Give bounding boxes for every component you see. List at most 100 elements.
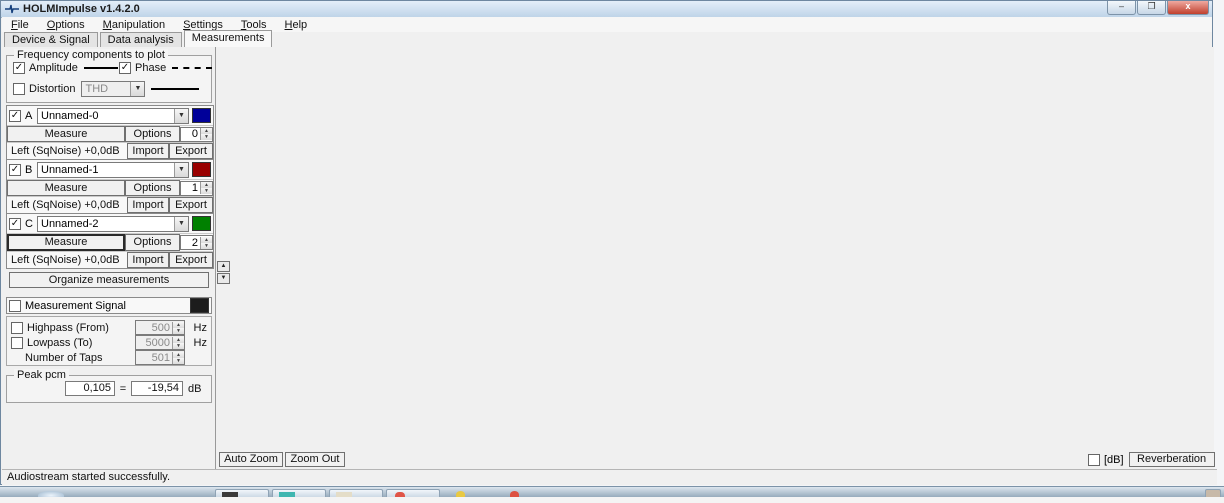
spin-up-icon[interactable]: ▲	[217, 261, 230, 272]
measurement-b-checkbox[interactable]	[9, 164, 21, 176]
menu-tools[interactable]: Tools	[232, 19, 276, 31]
measurement-c-options-button[interactable]: Options	[125, 234, 180, 251]
spin-down-icon[interactable]: ▼	[217, 273, 230, 284]
tab-data-analysis[interactable]: Data analysis	[100, 32, 182, 47]
tab-strip: Device & Signal Data analysis Measuremen…	[2, 32, 1212, 47]
measurement-a-export-button[interactable]: Export	[169, 143, 213, 159]
distortion-type-select[interactable]: THD ▼	[81, 81, 145, 97]
menu-manipulation[interactable]: Manipulation	[94, 19, 174, 31]
measurement-b-index-spinner[interactable]: 1 ▲▼	[180, 181, 213, 196]
taps-value: 501	[136, 352, 172, 364]
frequency-response-chart[interactable]	[216, 47, 1212, 295]
measurement-c-checkbox[interactable]	[9, 218, 21, 230]
measurement-b-import-button[interactable]: Import	[127, 197, 169, 213]
measurement-a-name-select[interactable]: Unnamed-0 ▼	[37, 108, 189, 124]
measurement-c-name: Unnamed-2	[38, 218, 174, 230]
menu-help[interactable]: Help	[276, 19, 317, 31]
measurement-signal-color-swatch[interactable]	[190, 298, 209, 313]
measurement-a-options-button[interactable]: Options	[125, 126, 180, 142]
measurement-a-gain-label: Left (SqNoise) +0,0dB	[7, 145, 127, 157]
measurement-a-checkbox[interactable]	[9, 110, 21, 122]
measurement-c-color-swatch[interactable]	[192, 216, 211, 231]
title-bar[interactable]: HOLMImpulse v1.4.2.0 – ❐ x	[1, 1, 1212, 18]
restore-button[interactable]: ❐	[1137, 1, 1166, 15]
measurement-b-name-select[interactable]: Unnamed-1 ▼	[37, 162, 189, 178]
measurement-c-export-button[interactable]: Export	[169, 252, 213, 268]
measurement-b-options-button[interactable]: Options	[125, 180, 180, 196]
lowpass-unit: Hz	[185, 337, 207, 349]
status-text: Audiostream started successfully.	[7, 471, 170, 483]
measurement-c-measure-button[interactable]: Measure	[7, 234, 125, 251]
amplitude-checkbox[interactable]	[13, 62, 25, 74]
measurement-c-block: C Unnamed-2 ▼ Measure Options 2 ▲▼ Left …	[6, 213, 214, 269]
measurement-c-name-select[interactable]: Unnamed-2 ▼	[37, 216, 189, 232]
freq-components-title: Frequency components to plot	[14, 49, 168, 61]
measurement-b-measure-button[interactable]: Measure	[7, 180, 125, 196]
spin-down-icon[interactable]: ▼	[201, 188, 212, 194]
measurement-a-index-spinner[interactable]: 0 ▲▼	[180, 127, 213, 142]
measurement-b-index: 1	[181, 182, 200, 194]
measurement-c-letter: C	[25, 218, 37, 230]
measurement-signal-checkbox[interactable]	[9, 300, 21, 312]
measurement-c-index: 2	[181, 237, 200, 249]
measurement-a-import-button[interactable]: Import	[127, 143, 169, 159]
distortion-checkbox[interactable]	[13, 83, 25, 95]
measurement-b-export-button[interactable]: Export	[169, 197, 213, 213]
spin-down-icon[interactable]: ▼	[173, 358, 184, 364]
spin-down-icon[interactable]: ▼	[201, 243, 212, 249]
highpass-checkbox[interactable]	[11, 322, 23, 334]
measurement-b-color-swatch[interactable]	[192, 162, 211, 177]
amplitude-line-sample	[84, 67, 118, 69]
charts-area: Auto Zoom Zoom Out [dB] Reverberation	[215, 47, 1214, 469]
phase-label: Phase	[135, 62, 166, 74]
menu-file[interactable]: File	[2, 19, 38, 31]
db-checkbox[interactable]	[1088, 454, 1100, 466]
taps-spinner[interactable]: 501 ▲▼	[135, 350, 185, 365]
db-label: [dB]	[1104, 454, 1124, 466]
spin-down-icon[interactable]: ▼	[173, 343, 184, 349]
measurement-a-color-swatch[interactable]	[192, 108, 211, 123]
app-icon	[5, 4, 19, 14]
peak-pcm-group: Peak pcm 0,105 = -19,54 dB	[6, 375, 212, 403]
peak-pcm-value: 0,105	[65, 381, 115, 396]
amplitude-scale-spinner: ▲ ▼	[217, 261, 230, 285]
spin-down-icon[interactable]: ▼	[173, 328, 184, 334]
distortion-label: Distortion	[29, 83, 75, 95]
measurement-b-name: Unnamed-1	[38, 164, 174, 176]
measurement-a-name: Unnamed-0	[38, 110, 174, 122]
distortion-type-value: THD	[82, 83, 130, 95]
measurement-signal-label: Measurement Signal	[25, 300, 190, 312]
close-button[interactable]: x	[1167, 1, 1209, 15]
measurement-a-measure-button[interactable]: Measure	[7, 126, 125, 142]
measurement-a-letter: A	[25, 110, 37, 122]
measurement-c-index-spinner[interactable]: 2 ▲▼	[180, 235, 213, 250]
minimize-button[interactable]: –	[1107, 1, 1136, 15]
reverberation-button[interactable]: Reverberation	[1129, 452, 1215, 467]
menu-options[interactable]: Options	[38, 19, 94, 31]
menu-settings[interactable]: Settings	[174, 19, 232, 31]
zoom-out-button[interactable]: Zoom Out	[285, 452, 345, 467]
highpass-spinner[interactable]: 500 ▲▼	[135, 320, 185, 335]
chevron-down-icon: ▼	[130, 82, 144, 96]
highpass-label: Highpass (From)	[27, 322, 135, 334]
measurement-c-import-button[interactable]: Import	[127, 252, 169, 268]
tab-measurements[interactable]: Measurements	[184, 30, 273, 47]
highpass-value: 500	[136, 322, 172, 334]
spin-down-icon[interactable]: ▼	[201, 134, 212, 140]
phase-checkbox[interactable]	[119, 62, 131, 74]
freq-components-group: Frequency components to plot Amplitude P…	[6, 55, 212, 103]
taps-label: Number of Taps	[25, 352, 135, 364]
peak-db-unit: dB	[188, 383, 201, 395]
tab-device-signal[interactable]: Device & Signal	[4, 32, 98, 47]
lowpass-checkbox[interactable]	[11, 337, 23, 349]
peak-pcm-title: Peak pcm	[14, 369, 69, 381]
measurement-a-block: A Unnamed-0 ▼ Measure Options 0 ▲▼ Left …	[6, 105, 214, 160]
measurement-b-block: B Unnamed-1 ▼ Measure Options 1 ▲▼ Left …	[6, 159, 214, 214]
phase-line-sample	[172, 67, 212, 69]
measurement-b-letter: B	[25, 164, 37, 176]
measurement-signal-header: Measurement Signal	[6, 297, 212, 314]
measurements-panel: Frequency components to plot Amplitude P…	[3, 47, 215, 469]
lowpass-spinner[interactable]: 5000 ▲▼	[135, 335, 185, 350]
auto-zoom-button[interactable]: Auto Zoom	[219, 452, 283, 467]
organize-measurements-button[interactable]: Organize measurements	[9, 272, 209, 288]
